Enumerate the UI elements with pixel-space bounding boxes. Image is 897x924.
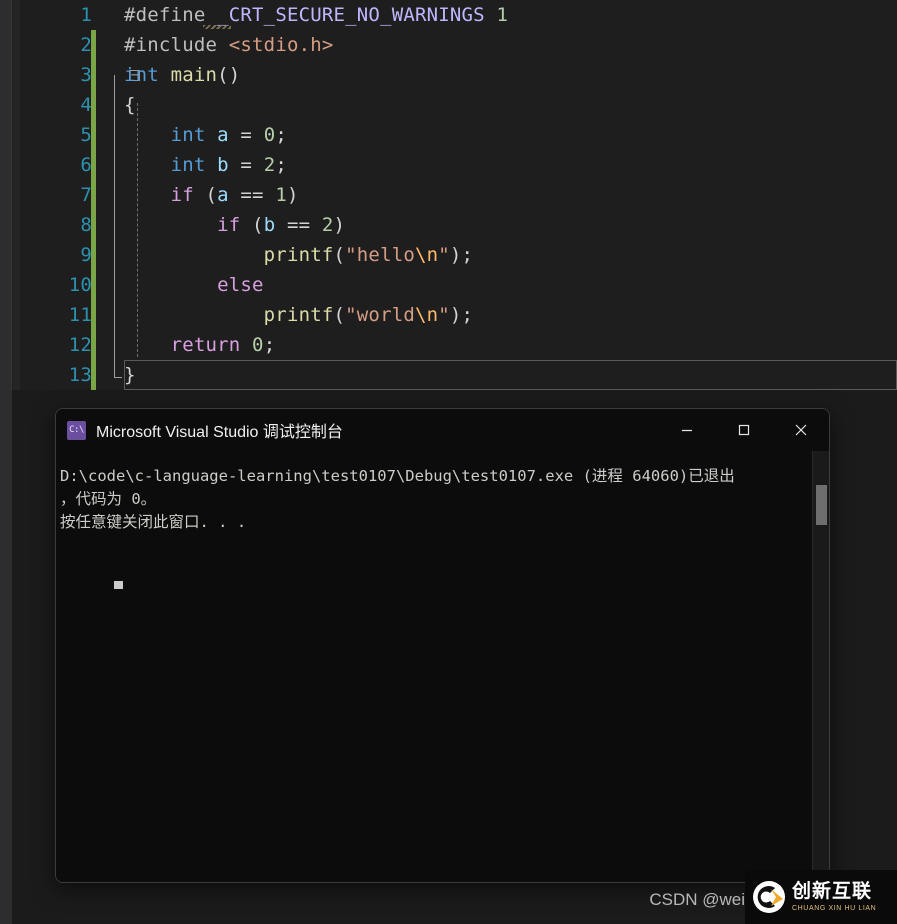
- console-line: ，代码为 0。: [60, 490, 157, 508]
- code-line-text: int main(): [124, 64, 241, 86]
- code-line-text: }: [124, 364, 136, 386]
- line-number: 6: [80, 154, 92, 176]
- code-line[interactable]: 4{: [20, 90, 897, 120]
- line-number: 10: [68, 274, 92, 296]
- code-line[interactable]: 5 int a = 0;: [20, 120, 897, 150]
- editor-left-edge-strip: [0, 0, 12, 390]
- minimize-button[interactable]: [658, 409, 715, 451]
- code-line-text: if (a == 1): [170, 184, 299, 206]
- brand-name-cn: 创新互联: [792, 880, 873, 902]
- line-number: 9: [80, 244, 92, 266]
- console-scrollbar-thumb[interactable]: [816, 485, 827, 525]
- window-controls[interactable]: [658, 409, 829, 451]
- console-window-title: Microsoft Visual Studio 调试控制台: [96, 424, 343, 441]
- close-icon: [795, 424, 806, 436]
- code-line[interactable]: 10 else: [20, 270, 897, 300]
- console-cursor: [114, 581, 123, 589]
- code-line[interactable]: 7 if (a == 1): [20, 180, 897, 210]
- code-line-text: #define _CRT_SECURE_NO_WARNINGS 1: [124, 4, 509, 26]
- code-line-text: else: [217, 274, 264, 296]
- console-scrollbar[interactable]: [812, 451, 829, 882]
- csdn-watermark: CSDN @wei: [649, 890, 745, 909]
- line-number: 1: [80, 4, 92, 26]
- console-line: 按任意键关闭此窗口. . .: [60, 513, 247, 531]
- code-line[interactable]: 3− int main(): [20, 60, 897, 90]
- code-line-text: {: [124, 94, 136, 116]
- error-squiggle-underline: [203, 25, 231, 29]
- line-number: 8: [80, 214, 92, 236]
- code-line[interactable]: 13}: [20, 360, 897, 390]
- code-line-text: return 0;: [170, 334, 276, 356]
- line-number: 5: [80, 124, 92, 146]
- code-line[interactable]: 6 int b = 2;: [20, 150, 897, 180]
- code-line-text: printf("hello\n");: [263, 244, 474, 266]
- code-line-text: if (b == 2): [217, 214, 346, 236]
- code-line[interactable]: 8 if (b == 2): [20, 210, 897, 240]
- line-number: 7: [80, 184, 92, 206]
- code-editor-pane[interactable]: 1 #define _CRT_SECURE_NO_WARNINGS 1 2 #incl…: [0, 0, 897, 390]
- code-line-text: int a = 0;: [170, 124, 287, 146]
- code-line[interactable]: 11 printf("world\n");: [20, 300, 897, 330]
- debug-console-window[interactable]: C:\ Microsoft Visual Studio 调试控制台 D:\cod…: [55, 408, 830, 883]
- background-left-strip: [0, 390, 12, 924]
- maximize-icon: [738, 424, 749, 436]
- line-number: 11: [68, 304, 92, 326]
- line-number: 13: [68, 364, 92, 386]
- line-number: 2: [80, 34, 92, 56]
- code-line-text: #include <stdio.h>: [124, 34, 334, 56]
- close-button[interactable]: [772, 409, 829, 451]
- line-number: 12: [68, 334, 92, 356]
- current-line-highlight: [124, 360, 897, 390]
- minimize-icon: [681, 429, 692, 432]
- brand-mark-icon: [751, 879, 787, 915]
- brand-logo: 创新互联 CHUANG XIN HU LIAN: [745, 870, 897, 924]
- console-output-area[interactable]: D:\code\c-language-learning\test0107\Deb…: [56, 451, 829, 882]
- code-line[interactable]: 1 #define _CRT_SECURE_NO_WARNINGS 1: [20, 0, 897, 30]
- code-lines-container[interactable]: 1 #define _CRT_SECURE_NO_WARNINGS 1 2 #incl…: [20, 0, 897, 390]
- line-number: 3: [80, 64, 92, 86]
- code-line[interactable]: 2 #include <stdio.h>: [20, 30, 897, 60]
- console-app-icon: C:\: [67, 420, 86, 440]
- console-title-bar[interactable]: C:\ Microsoft Visual Studio 调试控制台: [56, 409, 829, 451]
- brand-text-block: 创新互联 CHUANG XIN HU LIAN: [792, 880, 877, 913]
- code-line[interactable]: 12 return 0;: [20, 330, 897, 360]
- maximize-button[interactable]: [715, 409, 772, 451]
- brand-name-pinyin: CHUANG XIN HU LIAN: [792, 905, 877, 912]
- line-number: 4: [80, 94, 92, 116]
- code-line-text: int b = 2;: [170, 154, 287, 176]
- console-line: D:\code\c-language-learning\test0107\Deb…: [60, 467, 735, 485]
- code-line[interactable]: 9 printf("hello\n");: [20, 240, 897, 270]
- editor-left-gutter-strip: [13, 0, 20, 390]
- code-line-text: printf("world\n");: [263, 304, 474, 326]
